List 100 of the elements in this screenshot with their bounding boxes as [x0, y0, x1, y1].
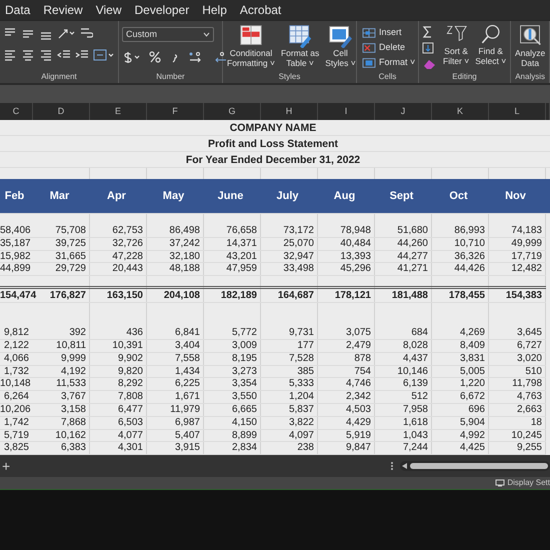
table-cell: 10,245 [489, 430, 546, 442]
number-format-dropdown[interactable]: Custom [122, 27, 214, 42]
table-cell: 6,672 [432, 391, 489, 404]
table-cell: 9,999 [33, 352, 90, 366]
table-cell: 48,188 [147, 263, 204, 276]
ribbon-button[interactable]: Conditional Formatting ˅ [226, 23, 276, 69]
ribbon-button[interactable]: Insert [360, 25, 418, 40]
display-icon[interactable] [495, 479, 506, 487]
table-cell: 3,831 [432, 352, 489, 366]
table-cell: 20,443 [90, 263, 147, 276]
caret-icon [203, 32, 210, 37]
more-icon[interactable] [390, 461, 394, 471]
table-cell: 3,822 [261, 416, 318, 430]
table-cell: 204,108 [147, 286, 204, 304]
align-right-icon[interactable] [39, 48, 53, 62]
table-cell: 4,992 [432, 430, 489, 442]
ribbon-button[interactable]: Format ˅ [360, 55, 418, 70]
merge-cells-icon[interactable] [93, 48, 115, 62]
cell-brush-icon [328, 24, 352, 48]
table-cell: 29,729 [33, 263, 90, 276]
table-brush-icon [288, 24, 312, 48]
scroll-left-icon[interactable] [402, 463, 407, 469]
table-cell: 9,820 [90, 366, 147, 378]
table-cell: 8,195 [204, 352, 261, 366]
status-text[interactable]: Display Sett [507, 477, 550, 489]
table-cell: 32,726 [90, 238, 147, 251]
table-cell: 512 [375, 391, 432, 404]
table-cell: 49,999 [489, 238, 546, 251]
table-cell: 44,277 [375, 250, 432, 264]
menu-tab[interactable]: Developer [134, 1, 190, 19]
menu-tab[interactable]: Help [202, 1, 227, 19]
table-cell: 10,162 [33, 430, 90, 442]
wrap-text-icon[interactable] [79, 26, 93, 40]
table-cell: 385 [261, 366, 318, 378]
table-cell: 12,482 [489, 263, 546, 276]
add-sheet-button[interactable]: + [2, 459, 10, 473]
table-cell: 36,326 [432, 250, 489, 264]
title-text: COMPANY NAME [0, 120, 550, 136]
table-cell: 75,708 [33, 225, 90, 238]
table-cell: 9,902 [90, 352, 147, 366]
table-cell: 754 [318, 366, 375, 378]
ribbon-button[interactable]: Cell Styles ˅ [324, 23, 357, 69]
table-cell: 31,665 [33, 250, 90, 264]
ribbon-button[interactable]: Format as Table ˅ [280, 23, 320, 69]
table-cell: 2,342 [318, 391, 375, 404]
ribbon-button[interactable]: Delete [360, 40, 418, 55]
menu-tab[interactable]: Data [5, 1, 30, 19]
table-cell: 32,947 [261, 250, 318, 264]
table-cell: 15,982 [0, 250, 33, 264]
table-cell: 1,618 [375, 416, 432, 430]
menu-tab[interactable]: Acrobat [240, 1, 282, 19]
menu-tab[interactable]: View [96, 1, 122, 19]
table-cell: 4,763 [489, 391, 546, 404]
align-left-icon[interactable] [3, 48, 17, 62]
horizontal-scrollbar[interactable] [400, 461, 550, 471]
table-cell: 4,150 [204, 416, 261, 430]
group-label: Alignment [40, 71, 78, 83]
table-cell: 4,269 [432, 327, 489, 340]
menu-tab[interactable]: Review [43, 1, 83, 19]
table-cell: 33,498 [261, 263, 318, 276]
table-cell: 39,725 [33, 238, 90, 251]
currency-icon[interactable] [122, 50, 140, 64]
month-header: Feb [0, 179, 33, 214]
table-cell: 6,477 [90, 404, 147, 417]
ribbon-button[interactable]: Find & Select ˅ [474, 23, 508, 67]
table-cell: 8,028 [375, 340, 432, 353]
table-cell: 44,260 [375, 238, 432, 251]
percent-icon[interactable] [148, 50, 162, 64]
table-cell: 6,987 [147, 416, 204, 430]
table-cell: 2,479 [318, 340, 375, 353]
table-cell: 4,066 [0, 352, 33, 366]
table-cell: 436 [90, 327, 147, 340]
table-cell: 9,731 [261, 327, 318, 340]
table-cell: 14,371 [204, 238, 261, 251]
table-cell: 5,904 [432, 416, 489, 430]
table-cell: 62,753 [90, 225, 147, 238]
table-cell: 40,484 [318, 238, 375, 251]
format-icon [362, 56, 376, 68]
table-cell: 47,959 [204, 263, 261, 276]
ribbon-button[interactable]: Analyze Data [514, 23, 546, 69]
table-cell: 2,122 [0, 340, 33, 353]
table-cell: 9,812 [0, 327, 33, 340]
table-cell: 1,671 [147, 391, 204, 404]
table-cell: 11,979 [147, 404, 204, 417]
group-label: Styles [278, 71, 302, 83]
table-cell: 1,220 [432, 378, 489, 392]
table-cell: 6,665 [204, 404, 261, 417]
table-cell: 3,273 [204, 366, 261, 378]
table-cell: 2,663 [489, 404, 546, 417]
ribbon-button[interactable]: Sort & Filter ˅ [442, 23, 470, 67]
table-cell: 6,139 [375, 378, 432, 392]
table-cell: 43,201 [204, 250, 261, 264]
delete-icon [362, 42, 376, 54]
table-cell: 17,719 [489, 250, 546, 264]
table-cell: 3,645 [489, 327, 546, 340]
align-center-icon[interactable] [21, 48, 35, 62]
table-cell: 392 [33, 327, 90, 340]
table-cell: 7,808 [90, 391, 147, 404]
table-cell: 6,727 [489, 340, 546, 353]
table-cell: 10,391 [90, 340, 147, 353]
